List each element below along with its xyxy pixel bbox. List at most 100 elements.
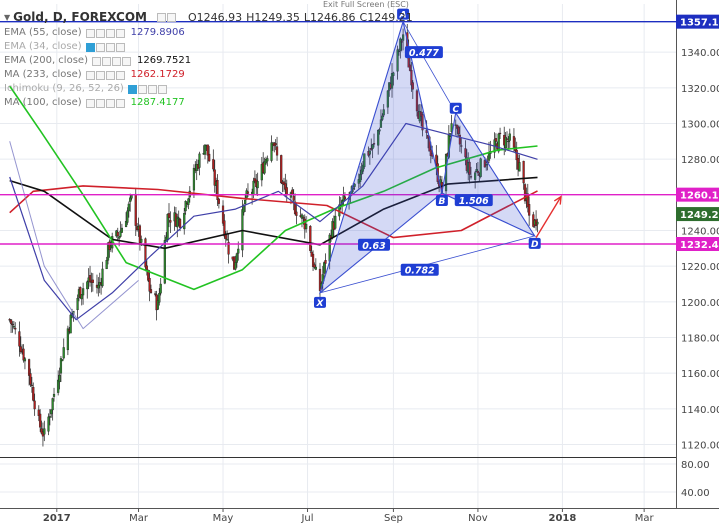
candle [244, 199, 247, 204]
indicator-controls[interactable] [85, 98, 126, 108]
price-label: 1249.21 [680, 210, 719, 221]
ohlc-open: O1246.93 [188, 10, 243, 24]
close-icon[interactable] [157, 84, 167, 94]
candle [149, 289, 153, 294]
candle [270, 142, 273, 161]
candle [508, 133, 511, 141]
candle [23, 358, 27, 362]
settings-icon[interactable] [95, 98, 105, 108]
candle [518, 162, 521, 172]
indicator-name: MA (100, close) [4, 97, 82, 108]
candle [163, 240, 166, 284]
pattern-ratio-label: 0.63 [362, 241, 386, 252]
y-tick-label: 1340.00 [681, 48, 719, 59]
visibility-icon[interactable] [85, 28, 95, 38]
symbol-title[interactable]: Gold, D, FOREXCOM [13, 10, 147, 24]
settings-icon[interactable] [137, 84, 147, 94]
lower-pane-tick-label: 80.00 [681, 460, 710, 471]
pattern-point-label: C [452, 105, 459, 115]
indicator-row[interactable]: MA (100, close) 1287.4177 [4, 96, 413, 110]
settings-icon[interactable] [105, 70, 115, 80]
visibility-icon[interactable] [91, 56, 101, 66]
candle [187, 198, 190, 205]
pattern-ratio-label: 0.477 [409, 48, 439, 59]
candle [127, 203, 130, 212]
lower-pane-tick-label: 40.00 [681, 488, 710, 499]
symbol-controls[interactable] [157, 12, 177, 22]
close-icon[interactable] [167, 12, 176, 22]
candle [11, 323, 14, 326]
indicator-controls[interactable] [91, 56, 132, 66]
candle [91, 279, 94, 283]
candle [178, 219, 182, 228]
indicator-name: EMA (200, close) [4, 55, 88, 66]
candle [203, 144, 207, 155]
settings-icon[interactable] [105, 28, 115, 38]
candle [19, 346, 22, 352]
settings-icon[interactable] [95, 28, 105, 38]
candle [82, 288, 85, 296]
candle [29, 373, 32, 385]
candle [252, 180, 255, 195]
candle [105, 260, 108, 270]
candle [118, 236, 121, 239]
close-icon[interactable] [115, 70, 125, 80]
settings-icon[interactable] [147, 84, 157, 94]
close-icon[interactable] [121, 56, 131, 66]
candle [285, 187, 288, 195]
indicator-row[interactable]: MA (233, close) 1262.1729 [4, 68, 413, 82]
indicator-value: 1269.7521 [136, 55, 192, 66]
candle [313, 264, 316, 268]
candle [154, 293, 157, 295]
candle [246, 191, 250, 194]
candle [237, 248, 240, 254]
x-tick-label: Mar [129, 513, 149, 523]
indicator-row[interactable]: EMA (200, close) 1269.7521 [4, 54, 413, 68]
x-tick-label: Nov [468, 513, 488, 523]
settings-icon[interactable] [105, 98, 115, 108]
candle [66, 328, 69, 351]
visibility-icon[interactable] [85, 70, 95, 80]
close-icon[interactable] [115, 28, 125, 38]
candle [192, 167, 196, 191]
collapse-arrow-icon[interactable]: ▼ [4, 13, 10, 22]
candle [140, 238, 143, 243]
close-icon[interactable] [115, 42, 125, 52]
pattern-ratio-label: 0.782 [405, 266, 435, 277]
indicator-row[interactable]: EMA (34, close) [4, 40, 413, 54]
visibility-icon[interactable] [127, 84, 137, 94]
settings-icon[interactable] [101, 56, 111, 66]
candle [324, 260, 327, 264]
candle [235, 253, 238, 263]
y-tick-label: 1180.00 [681, 334, 719, 345]
indicator-controls[interactable] [127, 84, 168, 94]
close-icon[interactable] [115, 98, 125, 108]
candle [177, 217, 180, 220]
settings-icon[interactable] [157, 12, 166, 22]
candle [343, 196, 347, 200]
indicator-controls[interactable] [85, 28, 126, 38]
indicator-row[interactable]: Ichimoku (9, 26, 52, 26) [4, 82, 413, 96]
settings-icon[interactable] [105, 42, 115, 52]
y-tick-label: 1200.00 [681, 298, 719, 309]
visibility-icon[interactable] [85, 42, 95, 52]
ohlc-high: H1249.35 [246, 10, 300, 24]
chart-stage[interactable]: 1120.00 1140.00 1160.00 1180.00 1200.00 1220.… [0, 0, 719, 523]
y-tick-label: 1220.00 [681, 262, 719, 273]
settings-icon[interactable] [111, 56, 121, 66]
settings-icon[interactable] [95, 42, 105, 52]
candle [497, 133, 500, 152]
candle [62, 347, 65, 359]
visibility-icon[interactable] [85, 98, 95, 108]
x-tick-label: 2017 [43, 513, 71, 523]
candle [184, 200, 187, 212]
indicator-row[interactable]: EMA (55, close) 1279.8906 [4, 26, 413, 40]
candle [50, 409, 53, 415]
indicator-controls[interactable] [85, 42, 126, 52]
candle [120, 227, 124, 233]
pattern-point-label: X [316, 299, 325, 309]
settings-icon[interactable] [95, 70, 105, 80]
pattern-point-label: B [438, 197, 445, 207]
candle [217, 198, 220, 204]
indicator-controls[interactable] [85, 70, 126, 80]
